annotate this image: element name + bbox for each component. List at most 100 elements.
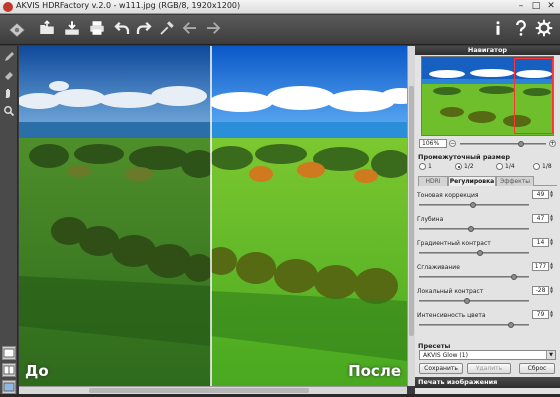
- preset-select[interactable]: AKVIS Glow (1) ▼: [419, 350, 556, 360]
- zoom-slider-knob[interactable]: [517, 141, 524, 147]
- minimize-button[interactable]: –: [515, 1, 527, 12]
- undo-button[interactable]: [112, 20, 132, 40]
- after-view-button[interactable]: [2, 380, 16, 394]
- help-icon: [512, 19, 530, 41]
- eyedropper-button[interactable]: [157, 20, 177, 40]
- radio-icon: [419, 163, 426, 170]
- param-color-intensity: Интенсивность цвета 79 ▲ ▼: [415, 310, 560, 332]
- print-button[interactable]: [87, 20, 107, 40]
- print-icon: [88, 19, 106, 41]
- param-value-field[interactable]: 14: [532, 238, 549, 247]
- param-label: Тоновая коррекция: [417, 192, 479, 199]
- after-image: После: [211, 46, 407, 386]
- param-label: Сглаживание: [417, 264, 460, 271]
- reset-preset-button[interactable]: Сброс: [519, 363, 555, 374]
- zoom-in-button[interactable]: +: [549, 140, 556, 147]
- back-button[interactable]: [180, 20, 200, 40]
- save-preset-button[interactable]: Сохранить: [419, 363, 463, 374]
- redo-icon: [135, 19, 153, 41]
- param-slider-knob[interactable]: [463, 298, 470, 304]
- vertical-scroll-thumb[interactable]: [409, 86, 414, 336]
- param-value-field[interactable]: 47: [532, 214, 549, 223]
- size-option-1-2[interactable]: 1/2: [455, 163, 474, 170]
- param-value-field[interactable]: 49: [532, 190, 549, 199]
- param-slider-knob[interactable]: [477, 250, 484, 256]
- size-option-label: 1/2: [464, 163, 474, 170]
- radio-icon: [496, 163, 503, 170]
- before-view-button[interactable]: [2, 346, 16, 360]
- size-option-label: 1/4: [505, 163, 515, 170]
- info-icon: [489, 19, 507, 41]
- toolbar: [0, 15, 560, 45]
- tab-adjustments[interactable]: Регулировка: [448, 176, 496, 186]
- save-button[interactable]: [62, 20, 82, 40]
- param-slider-knob[interactable]: [469, 202, 476, 208]
- print-section-header[interactable]: Печать изображения: [415, 377, 560, 388]
- before-image: До: [19, 46, 211, 386]
- app-icon: [3, 2, 13, 12]
- forward-icon: [204, 19, 222, 41]
- eraser-icon: [3, 66, 15, 85]
- tool-column: [0, 46, 18, 394]
- radio-icon: [533, 163, 540, 170]
- settings-button[interactable]: [534, 19, 554, 41]
- spin-arrows-icon[interactable]: ▲ ▼: [550, 286, 555, 295]
- zoom-tool-button[interactable]: [2, 104, 16, 118]
- radio-selected-icon: [455, 163, 462, 170]
- preset-selected-value: AKVIS Glow (1): [423, 352, 468, 359]
- hand-tool-button[interactable]: [2, 86, 16, 100]
- save-icon: [63, 19, 81, 41]
- size-option-label: 1: [428, 163, 432, 170]
- spin-arrows-icon[interactable]: ▲ ▼: [550, 262, 555, 271]
- param-slider-track[interactable]: [419, 252, 529, 254]
- close-button[interactable]: ✕: [545, 1, 557, 12]
- zoom-out-button[interactable]: −: [449, 140, 456, 147]
- size-option-1-8[interactable]: 1/8: [533, 163, 552, 170]
- spin-arrows-icon[interactable]: ▲ ▼: [550, 214, 555, 223]
- param-smoothing: Сглаживание 177 ▲ ▼: [415, 262, 560, 284]
- zoom-slider-track[interactable]: [460, 143, 546, 145]
- redo-button[interactable]: [134, 20, 154, 40]
- param-slider-track[interactable]: [419, 228, 529, 230]
- info-button[interactable]: [488, 20, 508, 40]
- tab-hdri[interactable]: HDRI: [418, 176, 448, 186]
- navigator-header: Навигатор: [415, 46, 560, 55]
- spin-arrows-icon[interactable]: ▲ ▼: [550, 238, 555, 247]
- param-gradient-contrast: Градиентный контраст 14 ▲ ▼: [415, 238, 560, 260]
- forward-button[interactable]: [203, 20, 223, 40]
- param-label: Градиентный контраст: [417, 240, 491, 247]
- horizontal-scrollbar[interactable]: [19, 386, 407, 394]
- hand-icon: [3, 84, 15, 103]
- param-slider-track[interactable]: [419, 300, 529, 302]
- param-slider-knob[interactable]: [510, 274, 517, 280]
- param-depth: Глубина 47 ▲ ▼: [415, 214, 560, 236]
- param-slider-knob[interactable]: [508, 322, 515, 328]
- spin-arrows-icon[interactable]: ▲ ▼: [550, 190, 555, 199]
- size-option-1[interactable]: 1: [419, 163, 432, 170]
- spin-arrows-icon[interactable]: ▲ ▼: [550, 310, 555, 319]
- pencil-tool-button[interactable]: [2, 50, 16, 64]
- zoom-field[interactable]: 106%: [419, 139, 447, 148]
- param-slider-knob[interactable]: [467, 226, 474, 232]
- back-icon: [181, 19, 199, 41]
- presets-title: Пресеты: [418, 342, 451, 350]
- tab-effects[interactable]: Эффекты: [496, 176, 534, 186]
- size-option-1-4[interactable]: 1/4: [496, 163, 515, 170]
- navigator-preview[interactable]: [421, 56, 554, 136]
- delete-preset-button[interactable]: Удалить: [467, 363, 511, 374]
- split-divider[interactable]: [210, 46, 212, 386]
- param-value-field[interactable]: 177: [532, 262, 549, 271]
- eraser-tool-button[interactable]: [2, 68, 16, 82]
- help-button[interactable]: [511, 20, 531, 40]
- navigator-viewport-frame[interactable]: [514, 58, 553, 134]
- image-canvas[interactable]: До После: [19, 46, 407, 386]
- maximize-button[interactable]: □: [530, 1, 542, 12]
- param-value-field[interactable]: -28: [532, 286, 549, 295]
- open-button[interactable]: [37, 20, 57, 40]
- split-view-button[interactable]: [2, 363, 16, 377]
- param-tone-correction: Тоновая коррекция 49 ▲ ▼: [415, 190, 560, 212]
- horizontal-scroll-thumb[interactable]: [89, 388, 309, 393]
- param-value-field[interactable]: 79: [532, 310, 549, 319]
- settings-icon: [535, 19, 553, 41]
- vertical-scrollbar[interactable]: [407, 46, 415, 386]
